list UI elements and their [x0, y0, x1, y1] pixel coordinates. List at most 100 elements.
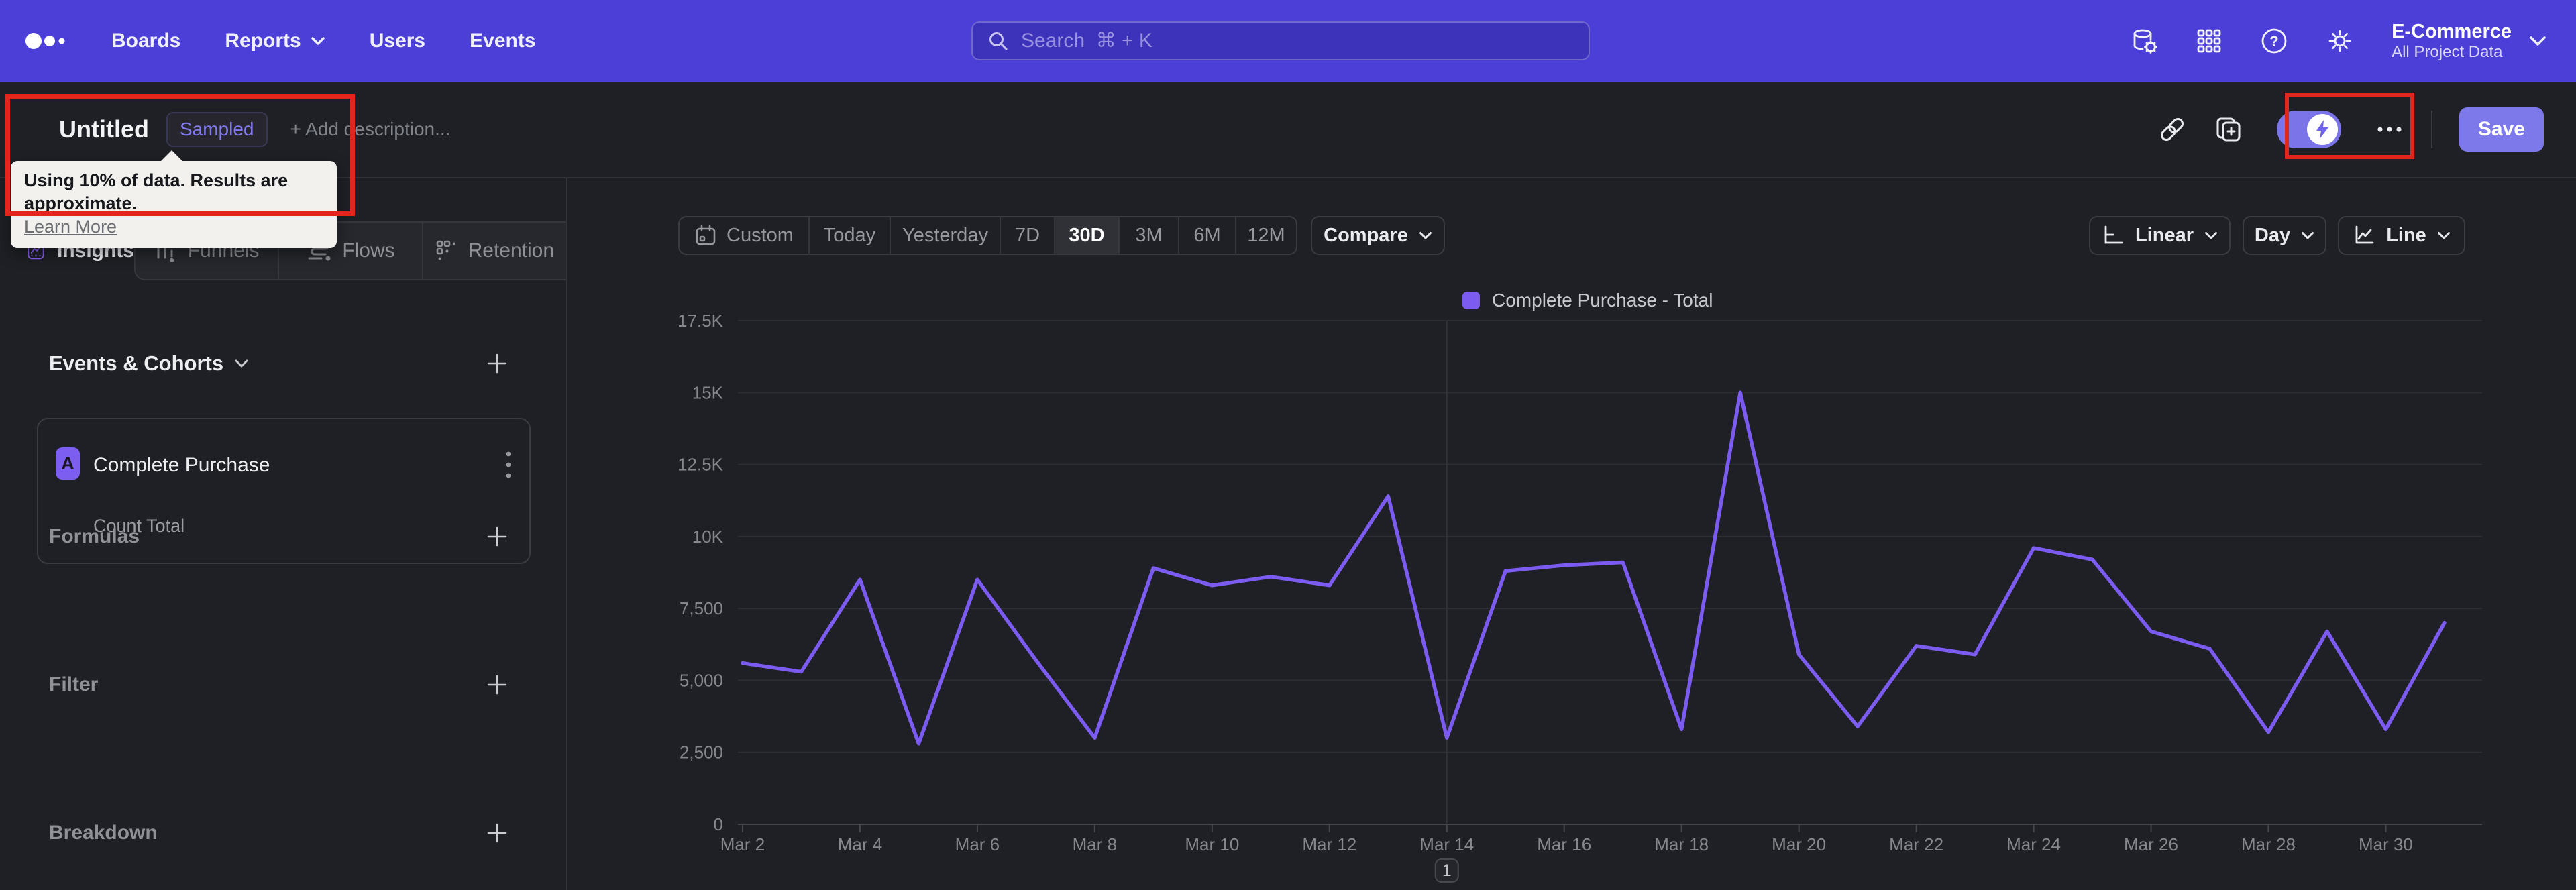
filter-label: Filter: [49, 673, 99, 696]
range-6m[interactable]: 6M: [1179, 217, 1236, 254]
range-today[interactable]: Today: [810, 217, 891, 254]
copy-link-icon[interactable]: [2157, 115, 2187, 144]
toggle-knob: [2306, 114, 2338, 145]
event-options-icon[interactable]: [505, 449, 512, 481]
svg-text:Mar 6: Mar 6: [955, 834, 1000, 854]
more-options-icon[interactable]: [2375, 115, 2404, 144]
svg-text:7,500: 7,500: [680, 598, 723, 618]
svg-text:Mar 16: Mar 16: [1537, 834, 1591, 854]
svg-text:17.5K: 17.5K: [678, 311, 724, 331]
formulas-label: Formulas: [49, 525, 140, 547]
svg-text:0: 0: [714, 814, 723, 834]
search-input[interactable]: [1020, 29, 1492, 53]
range-custom[interactable]: Custom: [680, 217, 810, 254]
title-bar-actions: Save: [2157, 107, 2576, 152]
mixpanel-logo-icon[interactable]: [24, 26, 71, 56]
svg-text:1: 1: [1442, 861, 1452, 880]
range-30d[interactable]: 30D: [1055, 217, 1120, 254]
chevron-down-icon: [1419, 231, 1432, 239]
svg-text:Mar 8: Mar 8: [1073, 834, 1117, 854]
nav-item-boards[interactable]: Boards: [111, 30, 180, 52]
svg-text:Mar 20: Mar 20: [1772, 834, 1826, 854]
range-yesterday[interactable]: Yesterday: [891, 217, 1001, 254]
sampled-badge[interactable]: Sampled: [166, 112, 268, 147]
nav-item-users[interactable]: Users: [370, 30, 425, 52]
svg-text:12.5K: 12.5K: [678, 455, 724, 475]
svg-text:Mar 12: Mar 12: [1302, 834, 1356, 854]
top-navbar: Boards Reports Users Events Search ⌘ + K…: [0, 0, 2576, 82]
insights-report-page: Boards Reports Users Events Search ⌘ + K…: [0, 0, 2576, 890]
svg-text:15K: 15K: [692, 382, 724, 402]
chevron-down-icon: [2530, 36, 2546, 46]
svg-text:Mar 30: Mar 30: [2359, 834, 2413, 854]
legend-swatch: [1462, 292, 1480, 309]
chart-svg[interactable]: 0 2,500 5,000 7,500 10K 12.5K 15K 17.5K Mar 2 Mar…: [567, 178, 2576, 890]
lightning-bolt-icon: [2316, 120, 2328, 139]
sampling-toggle[interactable]: [2276, 111, 2341, 148]
chevron-down-icon: [2437, 231, 2450, 239]
sampling-tooltip: Using 10% of data. Results are approxima…: [11, 150, 337, 248]
navbar-right: ? E-Commerce All Project Data: [2130, 0, 2546, 82]
add-breakdown-button[interactable]: [485, 821, 509, 845]
help-icon[interactable]: ?: [2260, 27, 2288, 55]
project-name: E-Commerce: [2392, 21, 2512, 42]
chevron-down-icon: [235, 359, 248, 368]
query-sidebar: Insights Funnels Flows Retention Events …: [0, 178, 567, 890]
date-range-control: Custom Today Yesterday 7D 30D 3M 6M 12M: [678, 216, 1297, 255]
report-title-bar: Untitled Sampled + Add description... Sa…: [0, 82, 2576, 178]
breakdown-label: Breakdown: [49, 822, 158, 844]
svg-text:Mar 4: Mar 4: [838, 834, 882, 854]
svg-text:Mar 28: Mar 28: [2241, 834, 2296, 854]
report-title[interactable]: Untitled: [59, 115, 149, 144]
divider: [2430, 111, 2432, 148]
interval-dropdown[interactable]: Day: [2243, 216, 2326, 255]
chevron-down-icon: [311, 37, 325, 45]
range-3m[interactable]: 3M: [1120, 217, 1179, 254]
tab-retention[interactable]: Retention: [421, 223, 566, 279]
chart-area: Custom Today Yesterday 7D 30D 3M 6M 12M …: [567, 178, 2576, 890]
settings-gear-icon[interactable]: [2326, 27, 2354, 55]
tab-label: Retention: [468, 239, 555, 262]
svg-text:Mar 2: Mar 2: [720, 834, 765, 854]
apps-grid-icon[interactable]: [2196, 27, 2222, 54]
nav-item-reports[interactable]: Reports: [225, 30, 325, 52]
formulas-row: Formulas: [0, 522, 567, 551]
range-7d[interactable]: 7D: [1001, 217, 1055, 254]
svg-text:Mar 24: Mar 24: [2006, 834, 2061, 854]
project-selector[interactable]: E-Commerce All Project Data: [2392, 20, 2546, 62]
chart-type-dropdown[interactable]: Line: [2338, 216, 2465, 255]
add-description-field[interactable]: + Add description...: [290, 119, 451, 140]
range-12m[interactable]: 12M: [1236, 217, 1296, 254]
calendar-icon: [696, 225, 716, 245]
svg-text:Mar 14: Mar 14: [1419, 834, 1474, 854]
chevron-down-icon: [2302, 231, 2314, 239]
svg-text:Mar 18: Mar 18: [1654, 834, 1709, 854]
tooltip-message: Using 10% of data. Results are approxima…: [24, 170, 288, 213]
svg-text:?: ?: [2269, 33, 2278, 50]
scale-dropdown[interactable]: Linear: [2089, 216, 2231, 255]
chart-legend[interactable]: Complete Purchase - Total: [1462, 290, 1713, 311]
save-button[interactable]: Save: [2459, 107, 2544, 152]
add-formula-button[interactable]: [485, 524, 509, 549]
add-to-board-icon[interactable]: [2214, 115, 2243, 144]
data-management-icon[interactable]: [2130, 27, 2158, 55]
learn-more-link[interactable]: Learn More: [24, 215, 323, 239]
compare-button[interactable]: Compare: [1311, 216, 1445, 255]
legend-label: Complete Purchase - Total: [1492, 290, 1713, 311]
add-event-button[interactable]: [485, 351, 509, 376]
event-series-badge: A: [56, 447, 80, 480]
nav-item-events[interactable]: Events: [470, 30, 535, 52]
events-cohorts-row: Events & Cohorts: [0, 349, 567, 378]
events-cohorts-header[interactable]: Events & Cohorts: [49, 351, 249, 376]
svg-text:10K: 10K: [692, 526, 724, 547]
line-chart-icon: [2355, 225, 2374, 244]
retention-icon: [436, 240, 455, 260]
filter-row: Filter: [0, 670, 567, 700]
breakdown-row: Breakdown: [0, 818, 567, 848]
svg-text:Mar 10: Mar 10: [1185, 834, 1239, 854]
global-search[interactable]: [971, 21, 1590, 60]
add-filter-button[interactable]: [485, 673, 509, 697]
event-name: Complete Purchase: [93, 454, 270, 476]
tab-label: Flows: [342, 239, 395, 262]
chevron-down-icon: [2205, 231, 2218, 239]
